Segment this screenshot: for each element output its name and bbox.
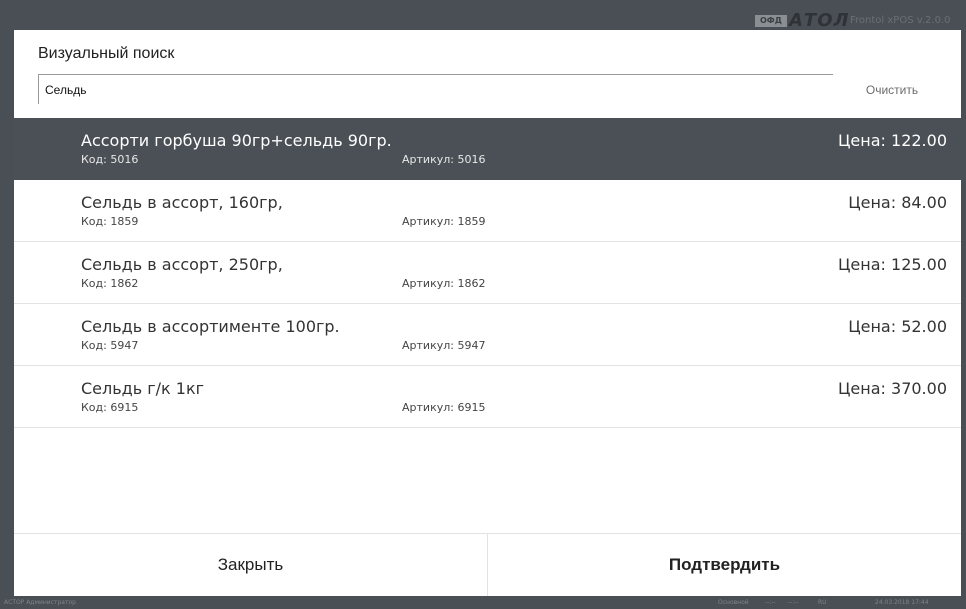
- dialog-footer: Закрыть Подтвердить: [14, 533, 961, 596]
- item-code: Код: 5016: [81, 153, 139, 166]
- ofd-badge: ОФД: [755, 15, 787, 27]
- result-item[interactable]: Ассорти горбуша 90гр+сельдь 90гр. Код: 5…: [14, 118, 961, 180]
- status-user: АСТОР Администратор: [4, 599, 76, 606]
- item-article: Артикул: 5016: [402, 153, 486, 166]
- item-name: Сельдь г/к 1кг: [81, 379, 205, 398]
- item-price: Цена: 84.00: [848, 193, 947, 212]
- status-datetime: 24.03.2018 17:44: [875, 599, 929, 606]
- item-article: Артикул: 1862: [402, 277, 486, 290]
- visual-search-dialog: Визуальный поиск Очистить Ассорти горбуш…: [14, 30, 961, 596]
- search-results-list: Ассорти горбуша 90гр+сельдь 90гр. Код: 5…: [14, 118, 961, 433]
- result-item[interactable]: Сельдь в ассортименте 100гр. Код: 5947 А…: [14, 304, 961, 366]
- item-name: Сельдь в ассорт, 160гр,: [81, 193, 283, 212]
- item-code: Код: 5947: [81, 339, 139, 352]
- item-price: Цена: 125.00: [838, 255, 947, 274]
- status-indicator: --:--: [765, 599, 776, 606]
- close-button[interactable]: Закрыть: [14, 534, 488, 596]
- status-indicator: --:--: [788, 599, 799, 606]
- search-input[interactable]: [38, 74, 833, 104]
- clear-button[interactable]: Очистить: [842, 80, 942, 100]
- result-item[interactable]: Сельдь в ассорт, 250гр, Код: 1862 Артику…: [14, 242, 961, 304]
- item-name: Сельдь в ассортименте 100гр.: [81, 317, 340, 336]
- app-version: Frontol xPOS v.2.0.0: [850, 15, 951, 26]
- item-name: Сельдь в ассорт, 250гр,: [81, 255, 283, 274]
- top-bar: ОФД АТОЛ Frontol xPOS v.2.0.0: [0, 0, 966, 30]
- status-mode: Основной: [718, 599, 749, 606]
- confirm-button[interactable]: Подтвердить: [488, 534, 961, 596]
- item-article: Артикул: 1859: [402, 215, 486, 228]
- atol-logo: АТОЛ: [789, 10, 850, 31]
- result-item[interactable]: Сельдь в ассорт, 160гр, Код: 1859 Артику…: [14, 180, 961, 242]
- item-article: Артикул: 6915: [402, 401, 486, 414]
- item-name: Ассорти горбуша 90гр+сельдь 90гр.: [81, 131, 392, 150]
- item-code: Код: 6915: [81, 401, 139, 414]
- item-code: Код: 1859: [81, 215, 139, 228]
- item-price: Цена: 122.00: [838, 131, 947, 150]
- item-article: Артикул: 5947: [402, 339, 486, 352]
- item-price: Цена: 52.00: [848, 317, 947, 336]
- item-price: Цена: 370.00: [838, 379, 947, 398]
- item-code: Код: 1862: [81, 277, 139, 290]
- status-language: RU: [818, 599, 827, 606]
- status-bar: АСТОР Администратор Основной --:-- --:--…: [0, 596, 966, 609]
- result-item[interactable]: Сельдь г/к 1кг Код: 6915 Артикул: 6915 Ц…: [14, 366, 961, 428]
- dialog-title: Визуальный поиск: [38, 45, 175, 62]
